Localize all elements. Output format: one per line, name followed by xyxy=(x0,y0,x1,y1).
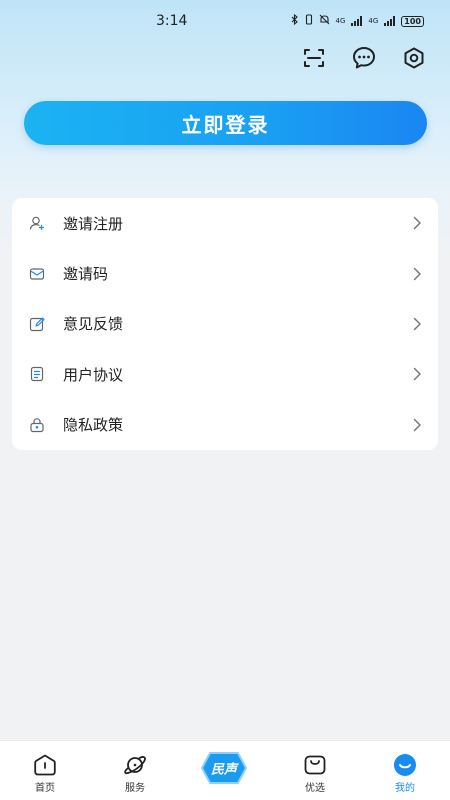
document-icon xyxy=(30,367,44,382)
message-button[interactable] xyxy=(350,44,378,72)
menu-item-invite-register[interactable]: 邀请注册 xyxy=(12,198,438,248)
status-icons: 4G 4G 100 xyxy=(291,13,424,28)
menu-label-privacy-policy: 隐私政策 xyxy=(63,416,124,435)
network-label-2: 4G xyxy=(368,16,379,25)
signal-icon-2 xyxy=(384,16,396,26)
mute-icon xyxy=(319,14,330,28)
scan-icon xyxy=(304,49,324,67)
tab-label-mall: 优选 xyxy=(305,783,325,794)
chevron-right-icon xyxy=(413,317,421,331)
planet-icon xyxy=(124,756,146,775)
vibrate-icon xyxy=(305,14,313,28)
chevron-right-icon xyxy=(413,368,421,381)
minsheng-logo: 民声 xyxy=(201,752,247,784)
status-bar: 3:14 4G 4G 100 xyxy=(0,0,450,44)
tab-mall[interactable]: 优选 xyxy=(270,741,360,800)
menu-item-privacy-policy[interactable]: 隐私政策 xyxy=(12,400,438,450)
user-add-icon xyxy=(29,216,45,231)
chevron-right-icon xyxy=(413,267,421,280)
lock-icon xyxy=(30,417,44,432)
menu-label-invite-code: 邀请码 xyxy=(63,265,109,284)
scan-button[interactable] xyxy=(300,44,328,72)
home-icon xyxy=(34,754,56,776)
envelope-icon xyxy=(29,267,45,280)
chevron-right-icon xyxy=(413,418,421,431)
tab-home[interactable]: 首页 xyxy=(0,741,90,800)
shopping-bag-icon xyxy=(304,755,326,775)
header-actions xyxy=(300,44,428,72)
tab-label-service: 服务 xyxy=(125,783,145,794)
tab-mine[interactable]: 我的 xyxy=(360,741,450,800)
menu-label-feedback: 意见反馈 xyxy=(63,315,124,334)
menu-item-invite-code[interactable]: 邀请码 xyxy=(12,248,438,298)
battery-icon: 100 xyxy=(401,15,424,27)
edit-icon xyxy=(29,317,45,332)
tab-minsheng[interactable]: 民声 xyxy=(201,750,247,786)
center-tab-label: 民声 xyxy=(211,762,239,778)
chat-bubble-icon xyxy=(353,47,375,69)
profile-smile-icon xyxy=(394,754,416,776)
bluetooth-icon xyxy=(291,13,299,28)
login-button[interactable]: 立即登录 xyxy=(24,101,427,145)
tab-label-mine: 我的 xyxy=(395,783,415,794)
settings-button[interactable] xyxy=(400,44,428,72)
chevron-right-icon xyxy=(413,216,421,230)
signal-icon-1 xyxy=(351,16,363,26)
menu-item-feedback[interactable]: 意见反馈 xyxy=(12,299,438,349)
settings-hexagon-icon xyxy=(404,47,424,69)
tab-service[interactable]: 服务 xyxy=(90,741,180,800)
network-label-1: 4G xyxy=(335,16,346,25)
menu-item-user-agreement[interactable]: 用户协议 xyxy=(12,349,438,399)
status-time: 3:14 xyxy=(156,13,188,29)
menu-label-invite-register: 邀请注册 xyxy=(63,214,124,233)
tab-label-home: 首页 xyxy=(35,783,55,794)
menu-card: 邀请注册 邀请码 意见反馈 用户协议 隐私政策 xyxy=(12,198,438,450)
menu-label-user-agreement: 用户协议 xyxy=(63,365,124,384)
